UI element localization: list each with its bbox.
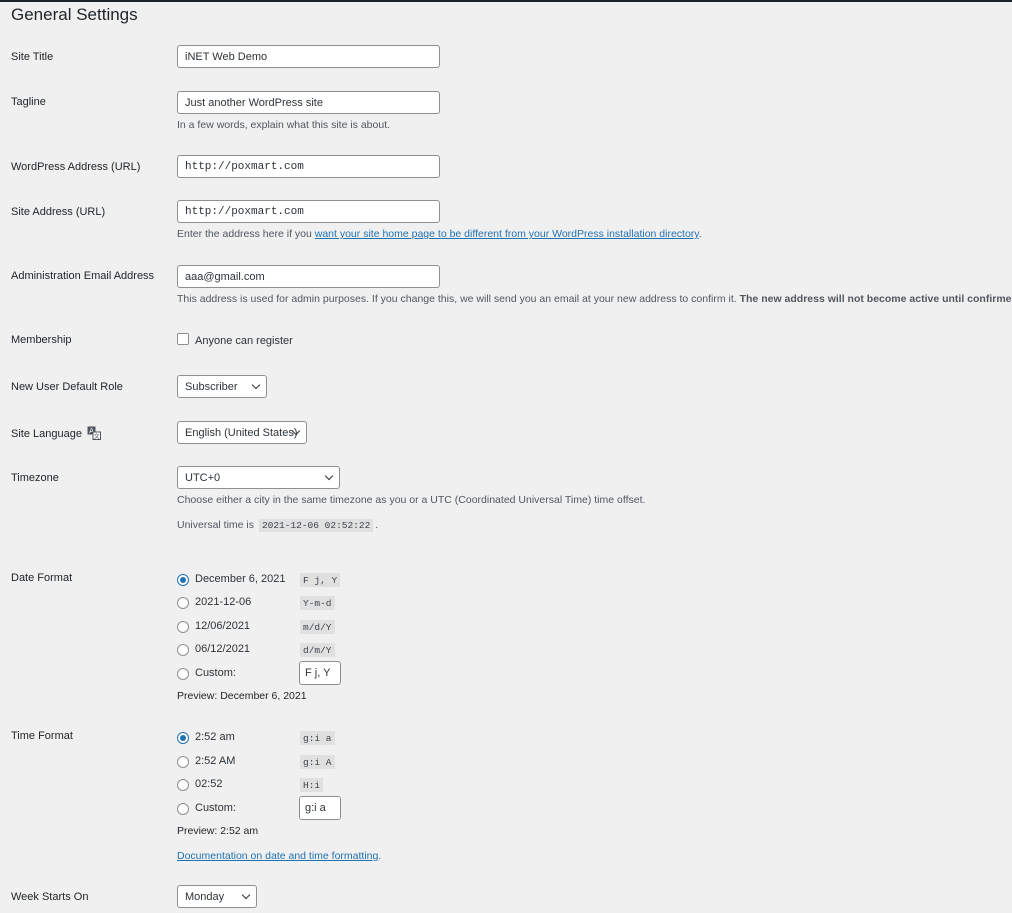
timezone-label: Timezone xyxy=(11,472,59,484)
chevron-down-icon xyxy=(251,380,261,390)
tagline-input[interactable]: Just another WordPress site xyxy=(177,91,440,114)
admin-email-label: Administration Email Address xyxy=(11,270,155,282)
date-format-radio-4[interactable] xyxy=(177,644,189,656)
time-format-radio-2[interactable] xyxy=(177,756,189,768)
admin-email-desc-bold: The new address will not become active u… xyxy=(739,293,1012,305)
time-format-radio-custom[interactable] xyxy=(177,803,189,815)
tagline-description: In a few words, explain what this site i… xyxy=(177,119,391,131)
default-role-label: New User Default Role xyxy=(11,381,123,393)
date-format-label: Date Format xyxy=(11,572,73,584)
admin-email-input[interactable]: aaa@gmail.com xyxy=(177,265,440,288)
time-format-preview: Preview: 2:52 am xyxy=(177,825,258,837)
week-starts-select[interactable]: Monday xyxy=(177,885,257,908)
site-address-desc-prefix: Enter the address here if you xyxy=(177,228,315,240)
time-format-code-1: g:i a xyxy=(300,731,335,745)
date-format-code-1: F j, Y xyxy=(300,573,341,587)
site-address-label: Site Address (URL) xyxy=(11,206,106,218)
universal-time-suffix: . xyxy=(375,519,379,531)
site-language-label: Site Language A 文 xyxy=(11,426,102,441)
site-address-desc-suffix: . xyxy=(698,228,702,240)
date-format-code-4: d/m/Y xyxy=(300,643,335,657)
date-format-custom-label[interactable]: Custom: xyxy=(195,667,236,679)
date-format-radio-custom[interactable] xyxy=(177,668,189,680)
anyone-can-register-checkbox[interactable] xyxy=(177,333,189,345)
date-format-custom-input[interactable]: F j, Y xyxy=(299,661,341,685)
site-address-description: Enter the address here if you want your … xyxy=(177,228,702,240)
time-format-custom-label[interactable]: Custom: xyxy=(195,802,236,814)
default-role-select[interactable]: Subscriber xyxy=(177,375,267,398)
page-title: General Settings xyxy=(11,5,138,24)
date-format-option-1[interactable]: December 6, 2021 xyxy=(195,573,286,585)
time-format-code-3: H:i xyxy=(300,778,324,792)
time-format-radio-1[interactable] xyxy=(177,732,189,744)
timezone-description: Choose either a city in the same timezon… xyxy=(177,494,646,506)
wp-address-label: WordPress Address (URL) xyxy=(11,161,141,173)
date-format-code-2: Y-m-d xyxy=(300,596,335,610)
admin-email-desc-text: This address is used for admin purposes.… xyxy=(177,293,740,305)
universal-time-value: 2021-12-06 02:52:22 xyxy=(258,519,374,532)
site-language-value: English (United States) xyxy=(185,426,298,439)
week-starts-label: Week Starts On xyxy=(11,891,89,903)
membership-label: Membership xyxy=(11,334,72,346)
site-title-label: Site Title xyxy=(11,51,54,63)
universal-time-prefix: Universal time is xyxy=(177,519,255,531)
default-role-value: Subscriber xyxy=(185,380,238,393)
translation-icon: A 文 xyxy=(87,426,102,441)
date-format-radio-2[interactable] xyxy=(177,597,189,609)
date-format-option-4[interactable]: 06/12/2021 xyxy=(195,643,250,655)
date-format-option-3[interactable]: 12/06/2021 xyxy=(195,620,250,632)
time-format-option-3[interactable]: 02:52 xyxy=(195,778,223,790)
date-format-option-2[interactable]: 2021-12-06 xyxy=(195,596,251,608)
universal-time: Universal time is 2021-12-06 02:52:22. xyxy=(177,519,378,532)
site-language-select[interactable]: English (United States) xyxy=(177,421,307,444)
chevron-down-icon xyxy=(324,471,334,481)
site-address-help-link[interactable]: want your site home page to be different… xyxy=(315,228,699,240)
time-format-radio-3[interactable] xyxy=(177,779,189,791)
time-format-label: Time Format xyxy=(11,730,73,742)
site-language-label-text: Site Language xyxy=(11,428,82,440)
site-title-input[interactable]: iNET Web Demo xyxy=(177,45,440,68)
date-format-preview-value: December 6, 2021 xyxy=(220,690,307,702)
svg-text:文: 文 xyxy=(94,433,100,441)
time-format-preview-value: 2:52 am xyxy=(220,825,259,837)
date-format-preview-label: Preview: xyxy=(177,690,218,702)
tagline-label: Tagline xyxy=(11,96,46,108)
wp-address-input[interactable]: http://poxmart.com xyxy=(177,155,440,178)
time-format-custom-input[interactable]: g:i a xyxy=(299,796,341,820)
date-time-doc-link[interactable]: Documentation on date and time formattin… xyxy=(177,850,378,862)
admin-email-description: This address is used for admin purposes.… xyxy=(177,293,1012,305)
timezone-select[interactable]: UTC+0 xyxy=(177,466,340,489)
time-format-code-2: g:i A xyxy=(300,755,335,769)
date-format-code-3: m/d/Y xyxy=(300,620,335,634)
timezone-value: UTC+0 xyxy=(185,471,221,484)
date-format-radio-3[interactable] xyxy=(177,621,189,633)
date-time-doc-suffix: . xyxy=(378,850,382,862)
week-starts-value: Monday xyxy=(185,890,225,903)
anyone-can-register-label[interactable]: Anyone can register xyxy=(195,335,293,347)
time-format-option-1[interactable]: 2:52 am xyxy=(195,731,235,743)
site-address-input[interactable]: http://poxmart.com xyxy=(177,200,440,223)
time-format-preview-label: Preview: xyxy=(177,825,218,837)
date-format-preview: Preview: December 6, 2021 xyxy=(177,690,307,702)
date-format-radio-1[interactable] xyxy=(177,574,189,586)
time-format-option-2[interactable]: 2:52 AM xyxy=(195,755,235,767)
date-time-doc: Documentation on date and time formattin… xyxy=(177,850,381,862)
chevron-down-icon xyxy=(241,890,251,900)
